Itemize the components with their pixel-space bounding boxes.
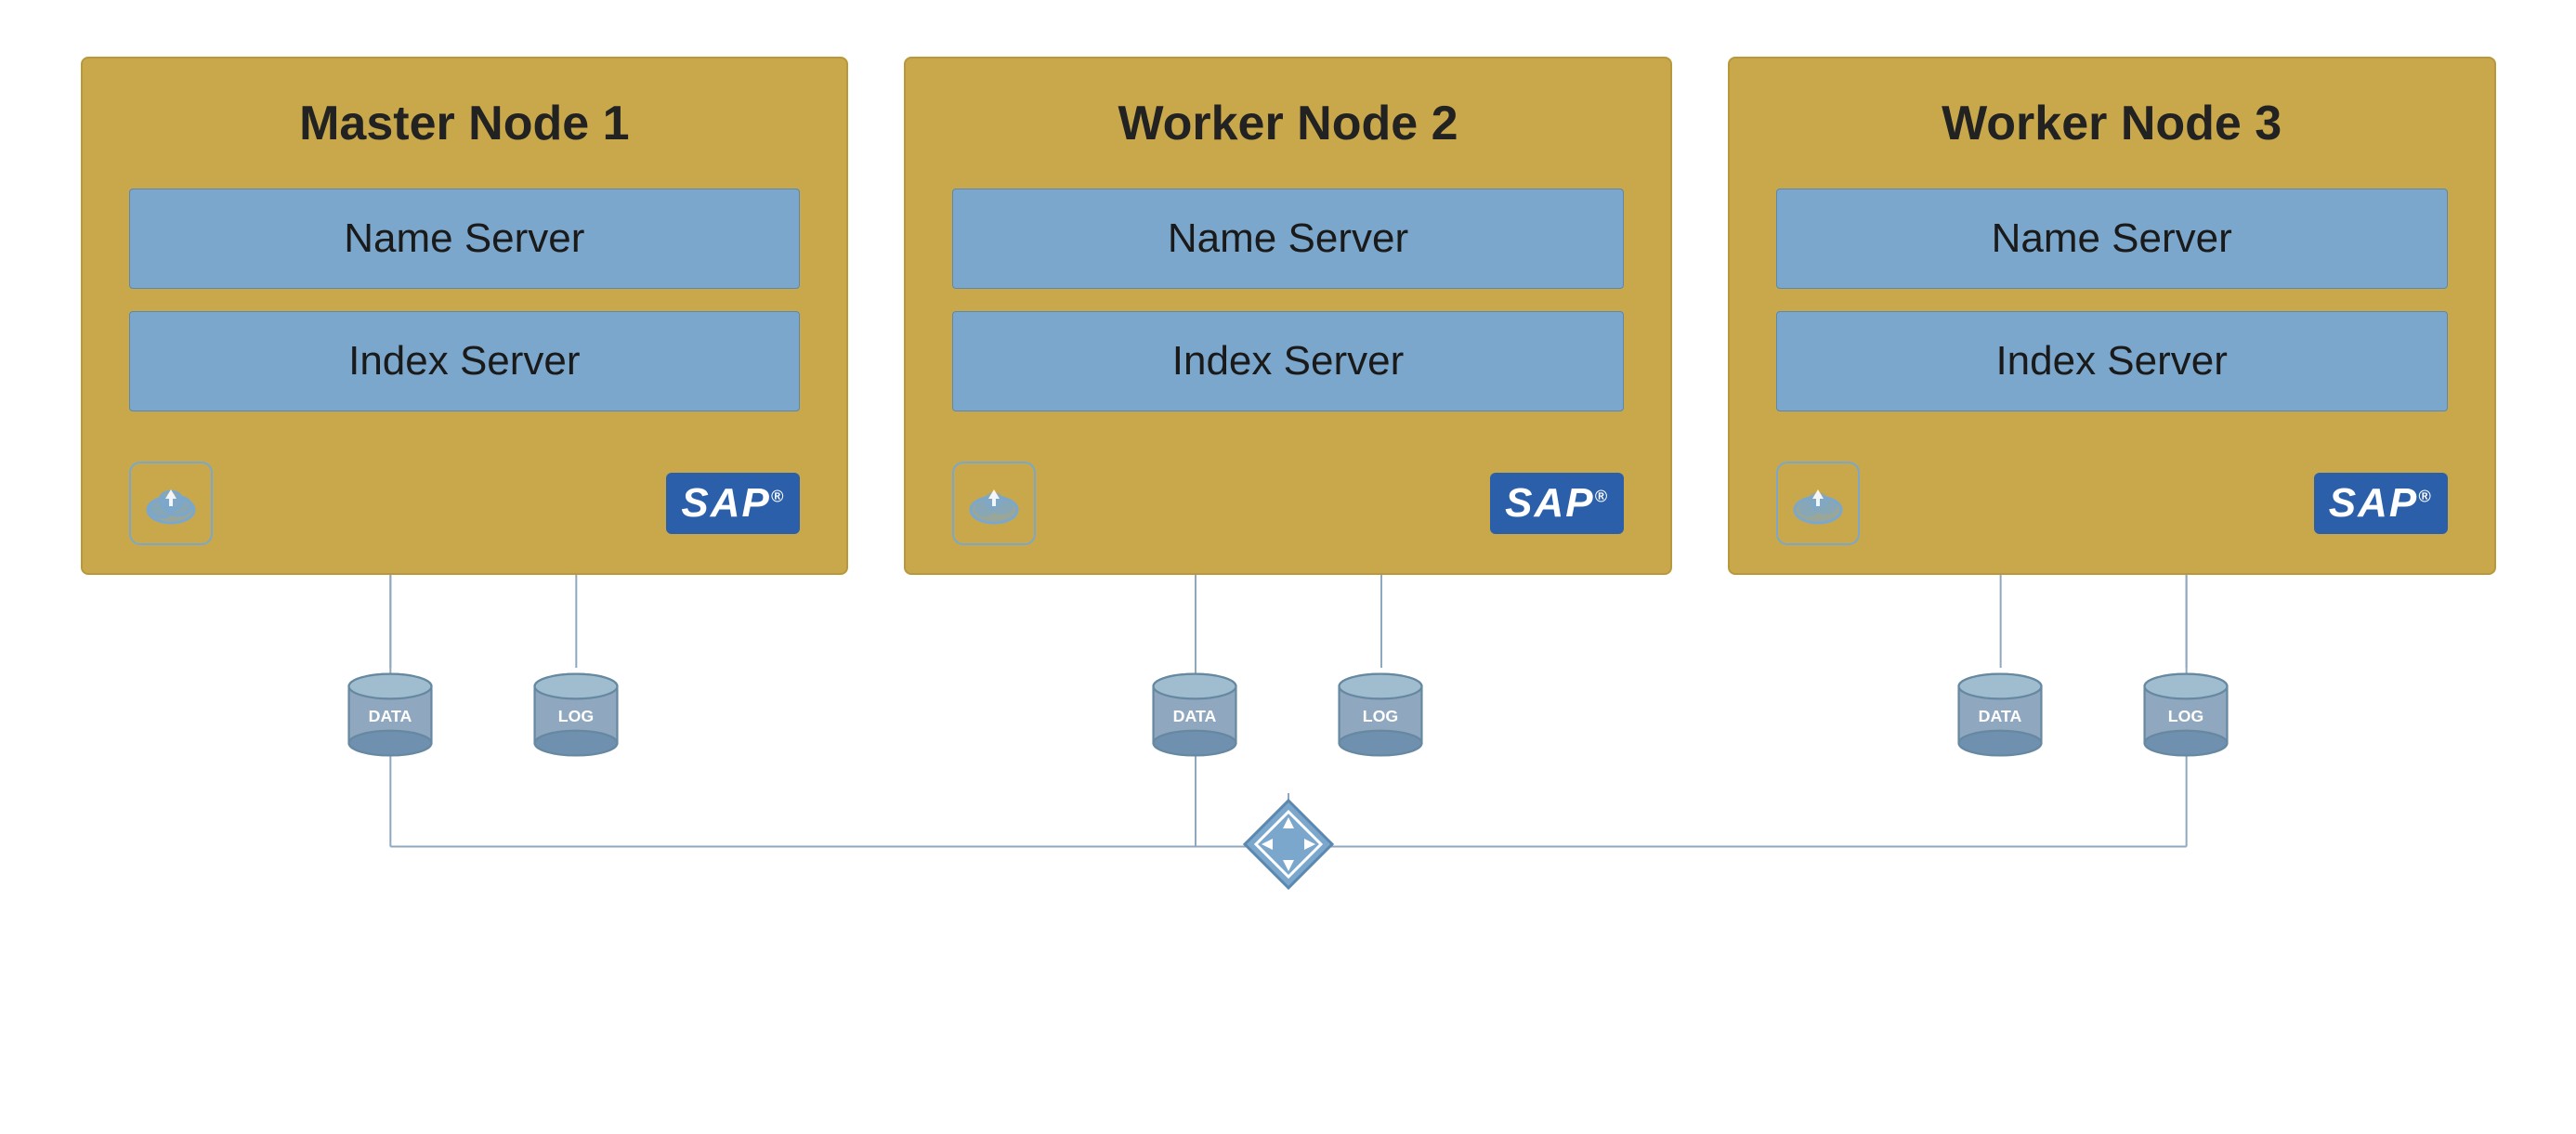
cloud-icon-1 [129,462,213,545]
worker-node-3: Worker Node 3 Name Server Index Server S… [1728,57,2496,575]
cylinder-log-3: LOG [2130,668,2242,761]
master-node-1-title: Master Node 1 [299,96,629,151]
sap-logo-1: SAP® [666,473,800,534]
storage-group-2: DATA LOG [1139,668,1436,761]
worker-node-2-title: Worker Node 2 [1118,96,1458,151]
node-footer-3: SAP® [1776,462,2448,545]
cloud-svg-3 [1790,476,1846,531]
cylinder-data-2: DATA [1139,668,1250,761]
sap-logo-text-3: SAP® [2329,480,2433,527]
storage-group-1: DATA LOG [334,668,632,761]
cylinder-data-1: DATA [334,668,446,761]
diamond-connector [1237,793,1340,900]
cylinder-log-1: LOG [520,668,632,761]
cylinder-data-3: DATA [1944,668,2056,761]
index-server-2: Index Server [952,311,1624,411]
svg-text:DATA: DATA [368,706,412,724]
name-server-1: Name Server [129,189,801,289]
bottom-section: DATA LOG [81,575,2496,928]
sap-logo-text-1: SAP® [681,480,785,527]
svg-text:DATA: DATA [1173,706,1217,724]
cylinder-log-2: LOG [1325,668,1436,761]
node-footer-1: SAP® [129,462,801,545]
storage-row: DATA LOG [81,668,2496,761]
svg-text:LOG: LOG [558,706,595,724]
worker-node-2: Worker Node 2 Name Server Index Server S… [904,57,1672,575]
storage-group-3: DATA LOG [1944,668,2242,761]
name-server-3: Name Server [1776,189,2448,289]
sap-logo-text-2: SAP® [1505,480,1609,527]
node-footer-2: SAP® [952,462,1624,545]
sap-logo-3: SAP® [2314,473,2448,534]
cloud-svg-1 [143,476,199,531]
index-server-1: Index Server [129,311,801,411]
diamond-svg [1237,793,1340,895]
index-server-3: Index Server [1776,311,2448,411]
cloud-icon-2 [952,462,1036,545]
sap-logo-2: SAP® [1490,473,1624,534]
svg-text:DATA: DATA [1979,706,2022,724]
cloud-icon-3 [1776,462,1860,545]
cloud-svg-2 [966,476,1022,531]
svg-text:LOG: LOG [1363,706,1399,724]
nodes-row: Master Node 1 Name Server Index Server [81,57,2496,575]
svg-text:LOG: LOG [2168,706,2204,724]
worker-node-3-title: Worker Node 3 [1942,96,2282,151]
diagram-container: Master Node 1 Name Server Index Server [81,57,2496,1078]
name-server-2: Name Server [952,189,1624,289]
master-node-1: Master Node 1 Name Server Index Server [81,57,849,575]
